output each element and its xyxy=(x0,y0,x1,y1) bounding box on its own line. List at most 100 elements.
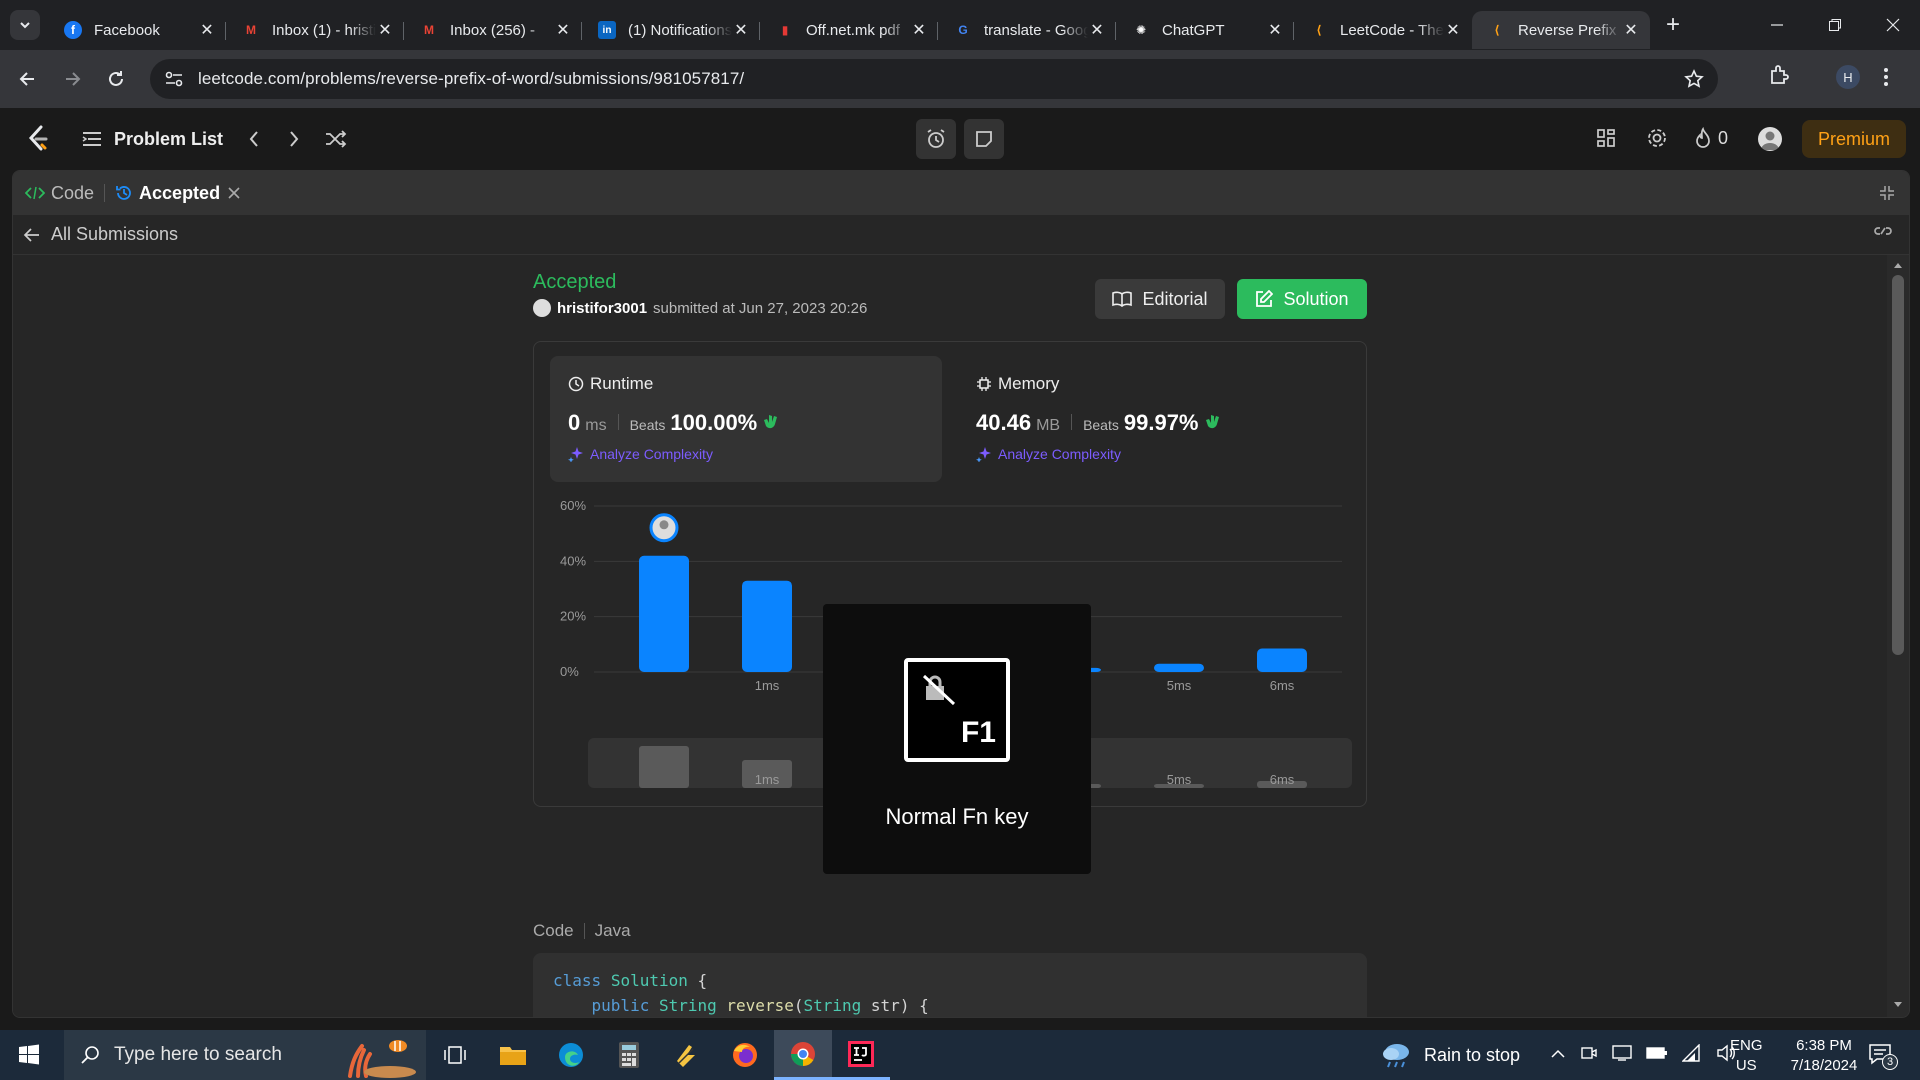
leetcode-logo[interactable] xyxy=(26,125,52,153)
browser-tab[interactable]: f Facebook ✕ xyxy=(48,11,226,49)
calculator-app[interactable] xyxy=(600,1030,658,1080)
chart-bar[interactable] xyxy=(1154,663,1204,672)
clock[interactable]: 6:38 PM 7/18/2024 xyxy=(1776,1036,1872,1076)
close-tab-icon[interactable]: ✕ xyxy=(198,21,216,39)
next-problem-button[interactable] xyxy=(287,129,301,149)
gmail-icon: M xyxy=(424,23,434,37)
runtime-card[interactable]: Runtime 0 ms Beats 100.00% Analyze Compl… xyxy=(550,356,942,482)
runtime-values: 0 ms Beats 100.00% xyxy=(568,410,782,436)
prev-problem-button[interactable] xyxy=(247,129,261,149)
editorial-button[interactable]: Editorial xyxy=(1095,279,1225,319)
chart-bar[interactable] xyxy=(742,580,792,672)
profile-avatar[interactable]: H xyxy=(1836,65,1860,89)
submission-panel: Code Accepted All Submissions Accepted h… xyxy=(12,170,1910,1018)
close-tab-icon[interactable]: ✕ xyxy=(732,21,750,39)
battery-icon[interactable] xyxy=(1646,1046,1668,1060)
close-tab-icon[interactable]: ✕ xyxy=(1088,21,1106,39)
close-tab-icon[interactable]: ✕ xyxy=(376,21,394,39)
browser-menu-button[interactable] xyxy=(1882,65,1890,89)
premium-button[interactable]: Premium xyxy=(1802,120,1906,158)
tab-accepted[interactable]: Accepted xyxy=(115,183,220,204)
close-tab-icon[interactable]: ✕ xyxy=(1444,21,1462,39)
settings-button[interactable] xyxy=(1646,127,1668,149)
streak-counter[interactable]: 0 xyxy=(1694,127,1728,149)
wifi-icon[interactable] xyxy=(1682,1044,1702,1062)
runtime-analyze-complexity[interactable]: Analyze Complexity xyxy=(568,446,713,462)
all-submissions-link[interactable]: All Submissions xyxy=(23,224,178,245)
browser-tab[interactable]: M Inbox (256) - ✕ xyxy=(404,11,582,49)
search-highlight-coral-icon xyxy=(348,1040,416,1078)
browser-toolbar: leetcode.com/problems/reverse-prefix-of-… xyxy=(0,50,1920,108)
leetcode-logo-icon xyxy=(28,125,48,151)
solution-button[interactable]: Solution xyxy=(1237,279,1367,319)
file-explorer-app[interactable] xyxy=(484,1030,542,1080)
collapse-panel-button[interactable] xyxy=(1879,185,1895,201)
reload-button[interactable] xyxy=(100,63,132,95)
chart-xtick-label: 6ms xyxy=(1270,678,1295,693)
display-icon[interactable] xyxy=(1612,1044,1632,1062)
problem-list-button[interactable]: Problem List xyxy=(82,129,223,150)
notes-button[interactable] xyxy=(964,119,1004,159)
start-button[interactable] xyxy=(0,1030,58,1080)
submission-status: Accepted xyxy=(533,271,617,293)
user-avatar[interactable] xyxy=(1758,127,1782,151)
address-bar[interactable]: leetcode.com/problems/reverse-prefix-of-… xyxy=(150,59,1718,99)
close-window-button[interactable] xyxy=(1864,0,1920,50)
close-tab-icon[interactable]: ✕ xyxy=(1622,21,1640,39)
layout-button[interactable] xyxy=(1596,128,1616,148)
timer-button[interactable] xyxy=(916,119,956,159)
browser-tab[interactable]: ⟨ LeetCode - The ✕ xyxy=(1294,11,1472,49)
edge-icon xyxy=(559,1043,583,1067)
scrollbar-thumb[interactable] xyxy=(1892,275,1904,655)
meet-now-icon[interactable] xyxy=(1580,1044,1598,1062)
weather-widget[interactable]: Rain to stop xyxy=(1380,1040,1520,1070)
code-block[interactable]: class Solution { public String reverse(S… xyxy=(533,953,1367,1017)
new-tab-button[interactable]: + xyxy=(1658,10,1688,40)
edge-app[interactable] xyxy=(542,1030,600,1080)
chevron-up-icon[interactable] xyxy=(1550,1047,1566,1059)
chrome-app[interactable] xyxy=(774,1030,832,1080)
memory-card[interactable]: Memory 40.46 MB Beats 99.97% Analyze Com… xyxy=(958,356,1350,482)
tab-code[interactable]: Code xyxy=(25,183,94,204)
firefox-app[interactable] xyxy=(716,1030,774,1080)
close-tab-icon[interactable]: ✕ xyxy=(910,21,928,39)
site-info-icon[interactable] xyxy=(164,70,184,88)
restore-button[interactable] xyxy=(1806,0,1864,50)
google-icon: G xyxy=(958,23,968,37)
firefox-icon xyxy=(733,1043,757,1067)
back-button[interactable] xyxy=(12,63,44,95)
chrome-icon xyxy=(791,1041,815,1066)
vertical-scrollbar[interactable] xyxy=(1887,255,1909,1017)
forward-button[interactable] xyxy=(56,63,88,95)
tab-list: fFacebook✕MInbox (1) - hristifor✕MInbox … xyxy=(48,1,1650,49)
extensions-button[interactable] xyxy=(1768,63,1792,87)
note-icon xyxy=(976,131,992,147)
tab-search-button[interactable] xyxy=(10,10,40,40)
copy-link-button[interactable] xyxy=(1873,223,1893,239)
browser-tab[interactable]: Gtranslate - Google✕ xyxy=(938,11,1116,49)
chart-bar[interactable] xyxy=(1257,648,1307,672)
intellij-icon xyxy=(848,1040,874,1067)
minimize-button[interactable] xyxy=(1748,0,1806,50)
close-tab-icon[interactable]: ✕ xyxy=(554,21,572,39)
close-icon xyxy=(228,187,240,199)
browser-tab[interactable]: ✺ ChatGPT ✕ xyxy=(1116,11,1294,49)
star-icon[interactable] xyxy=(1684,69,1704,89)
random-problem-button[interactable] xyxy=(325,129,347,149)
sticky-app[interactable] xyxy=(658,1030,716,1080)
memory-analyze-complexity[interactable]: Analyze Complexity xyxy=(976,446,1121,462)
input-language[interactable]: ENG US xyxy=(1730,1036,1763,1076)
notification-center-button[interactable]: 3 xyxy=(1868,1042,1898,1070)
task-view-button[interactable] xyxy=(426,1030,484,1080)
user-icon xyxy=(1761,131,1779,150)
close-tab-icon[interactable]: ✕ xyxy=(1266,21,1284,39)
taskbar-search-box[interactable]: Type here to search xyxy=(64,1030,426,1080)
browser-tab[interactable]: ⟨ Reverse Prefix ✕ xyxy=(1472,11,1650,49)
browser-tab[interactable]: in (1) Notifications ✕ xyxy=(582,11,760,49)
intellij-app[interactable] xyxy=(832,1030,890,1080)
browser-tab[interactable]: M Inbox (1) - hristifor✕ xyxy=(226,11,404,49)
browser-tab[interactable]: ▮ Off.net.mk pdf ✕ xyxy=(760,11,938,49)
close-tab-button[interactable] xyxy=(228,187,240,199)
submission-user[interactable]: hristifor3001 xyxy=(557,300,647,317)
chart-bar[interactable] xyxy=(639,555,689,672)
